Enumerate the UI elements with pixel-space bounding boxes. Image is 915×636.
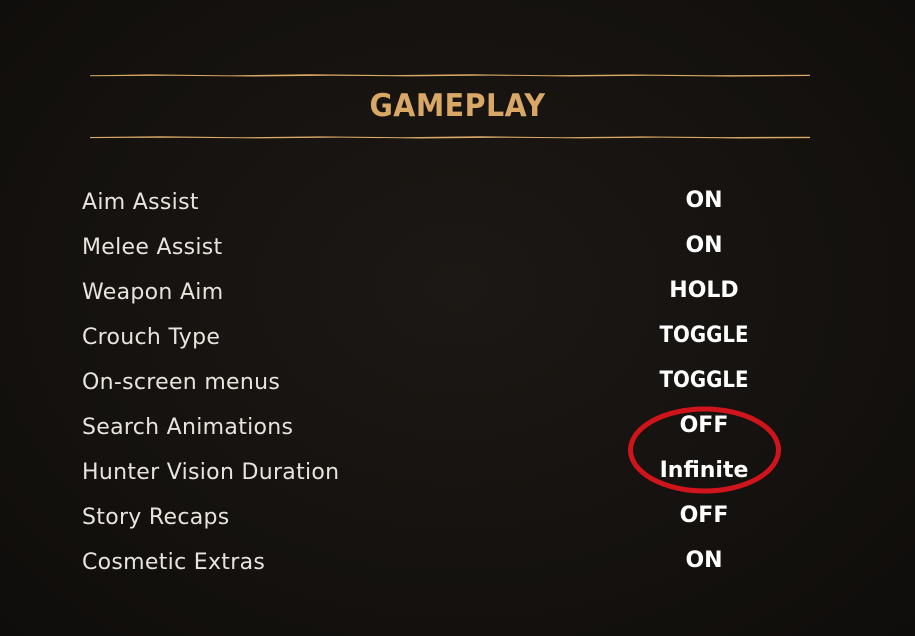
setting-row-on-screen-menus[interactable]: On-screen menus TOGGLE [0,360,915,405]
setting-row-story-recaps[interactable]: Story Recaps OFF [0,495,915,540]
setting-row-melee-assist[interactable]: Melee Assist ON [0,225,915,270]
setting-row-cosmetic-extras[interactable]: Cosmetic Extras ON [0,540,915,585]
red-circle-annotation [628,406,781,494]
setting-value[interactable]: ON [604,186,804,216]
setting-value[interactable]: TOGGLE [614,366,794,396]
setting-label: Hunter Vision Duration [82,460,340,485]
title-divider-top [90,74,810,77]
setting-row-aim-assist[interactable]: Aim Assist ON [0,180,915,225]
setting-label: Search Animations [82,415,294,440]
annotation-ellipse [628,406,781,494]
title-divider-bottom [90,136,810,139]
setting-label: Crouch Type [82,325,221,350]
setting-row-crouch-type[interactable]: Crouch Type TOGGLE [0,315,915,360]
settings-list: Aim Assist ON Melee Assist ON Weapon Aim… [0,180,915,585]
setting-value[interactable]: TOGGLE [614,321,794,351]
setting-label: Aim Assist [82,190,199,215]
setting-row-weapon-aim[interactable]: Weapon Aim HOLD [0,270,915,315]
setting-label: Melee Assist [82,235,223,260]
setting-value[interactable]: HOLD [604,276,804,306]
setting-label: Cosmetic Extras [82,550,266,575]
gameplay-settings-screen: GAMEPLAY Aim Assist ON Melee Assist ON W… [0,0,915,636]
setting-label: Weapon Aim [82,280,224,305]
setting-value[interactable]: ON [604,546,804,576]
setting-value[interactable]: ON [604,231,804,261]
setting-label: On-screen menus [82,370,281,395]
setting-value[interactable]: OFF [604,501,804,531]
page-title: GAMEPLAY [369,88,546,124]
setting-label: Story Recaps [82,505,230,530]
